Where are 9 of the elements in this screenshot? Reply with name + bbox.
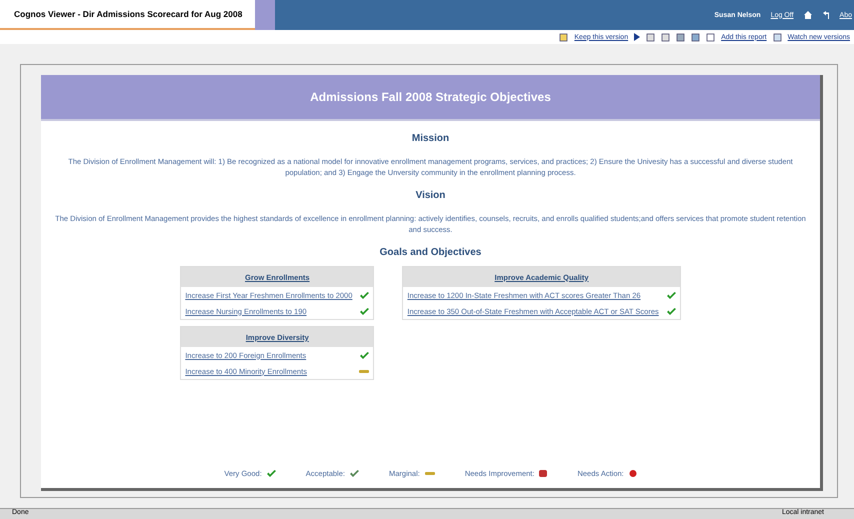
tab-marker — [255, 0, 275, 30]
section-heading: Mission — [412, 133, 450, 144]
play-icon[interactable] — [634, 33, 640, 41]
back-icon[interactable] — [822, 11, 830, 19]
report-title: Admissions Fall 2008 Strategic Objectives — [41, 75, 820, 121]
section-heading: Vision — [416, 190, 446, 201]
folder-icon[interactable] — [559, 32, 568, 42]
section-heading: Goals and Objectives — [380, 247, 482, 258]
home-icon[interactable] — [804, 11, 812, 19]
